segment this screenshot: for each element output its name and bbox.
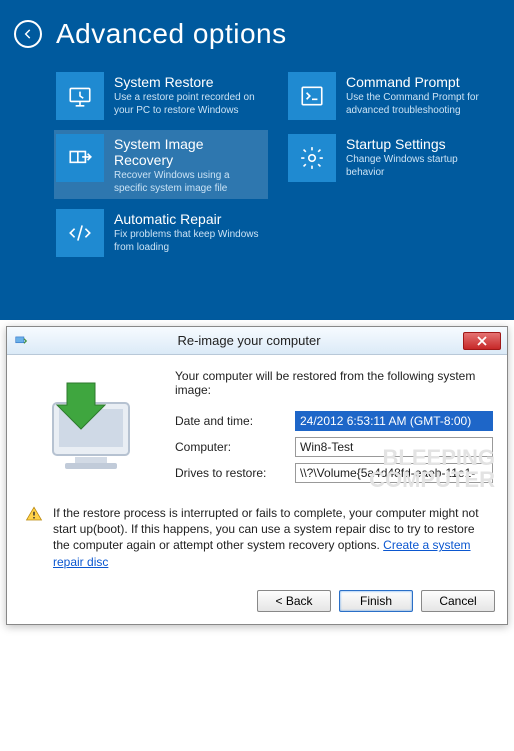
warning-text: If the restore process is interrupted or… (53, 505, 489, 570)
image-recovery-icon (56, 134, 104, 182)
value-drives[interactable]: \\?\Volume{5a4d48fd-eaeb-11e1- (295, 463, 493, 483)
field-drives: Drives to restore: \\?\Volume{5a4d48fd-e… (175, 463, 493, 483)
dialog-title: Re-image your computer (35, 333, 463, 348)
tile-command-prompt[interactable]: Command Prompt Use the Command Prompt fo… (286, 68, 500, 124)
terminal-icon (288, 72, 336, 120)
titlebar: Re-image your computer (7, 327, 507, 355)
label-computer: Computer: (175, 440, 295, 454)
repair-icon (56, 209, 104, 257)
tile-automatic-repair[interactable]: Automatic Repair Fix problems that keep … (54, 205, 268, 261)
tile-title: Automatic Repair (114, 211, 264, 227)
tile-system-restore[interactable]: System Restore Use a restore point recor… (54, 68, 268, 124)
label-drives: Drives to restore: (175, 466, 295, 480)
tiles-grid: System Restore Use a restore point recor… (14, 68, 500, 261)
tile-startup-settings[interactable]: Startup Settings Change Windows startup … (286, 130, 500, 199)
winre-panel: Advanced options System Restore Use a re… (0, 0, 514, 320)
tile-desc: Use the Command Prompt for advanced trou… (346, 92, 496, 117)
page-title: Advanced options (56, 18, 287, 50)
back-button[interactable] (14, 20, 42, 48)
warning-icon (25, 505, 43, 570)
dialog-illustration (21, 369, 161, 489)
restore-icon (56, 72, 104, 120)
tile-title: Startup Settings (346, 136, 496, 152)
back-button[interactable]: < Back (257, 590, 331, 612)
dialog-body: Your computer will be restored from the … (7, 355, 507, 497)
tile-desc: Change Windows startup behavior (346, 154, 496, 179)
button-row: < Back Finish Cancel (7, 582, 507, 624)
tile-title: System Restore (114, 74, 264, 90)
intro-text: Your computer will be restored from the … (175, 369, 493, 397)
dialog-main: Your computer will be restored from the … (175, 369, 493, 489)
field-datetime: Date and time: 24/2012 6:53:11 AM (GMT-8… (175, 411, 493, 431)
tile-system-image-recovery[interactable]: System Image Recovery Recover Windows us… (54, 130, 268, 199)
reimage-dialog: Re-image your computer Your computer wil… (6, 326, 508, 625)
close-button[interactable] (463, 332, 501, 350)
cancel-button[interactable]: Cancel (421, 590, 495, 612)
value-datetime[interactable]: 24/2012 6:53:11 AM (GMT-8:00) (295, 411, 493, 431)
finish-button[interactable]: Finish (339, 590, 413, 612)
gear-icon (288, 134, 336, 182)
warning-row: If the restore process is interrupted or… (7, 497, 507, 582)
tile-title: System Image Recovery (114, 136, 266, 168)
app-icon (13, 333, 29, 349)
tile-desc: Use a restore point recorded on your PC … (114, 92, 264, 117)
tile-desc: Recover Windows using a specific system … (114, 170, 264, 195)
tile-desc: Fix problems that keep Windows from load… (114, 229, 264, 254)
value-computer[interactable]: Win8-Test (295, 437, 493, 457)
tile-title: Command Prompt (346, 74, 496, 90)
field-computer: Computer: Win8-Test (175, 437, 493, 457)
winre-header: Advanced options (14, 18, 500, 50)
label-datetime: Date and time: (175, 414, 295, 428)
